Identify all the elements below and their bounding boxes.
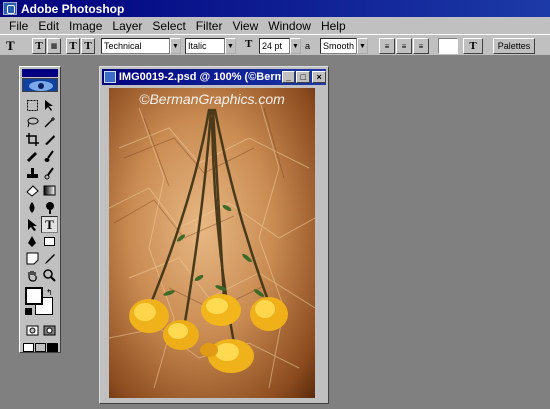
hand-tool-icon[interactable] xyxy=(24,267,41,284)
text-color-swatch[interactable] xyxy=(438,38,458,54)
type-tool-icon[interactable]: T xyxy=(41,216,58,233)
image-canvas[interactable]: ©BermanGraphics.com xyxy=(109,88,315,398)
slice-tool-icon[interactable] xyxy=(41,131,58,148)
menu-bar: File Edit Image Layer Select Filter View… xyxy=(0,17,550,34)
crop-tool-icon[interactable] xyxy=(24,131,41,148)
menu-file[interactable]: File xyxy=(4,19,33,33)
magic-wand-tool-icon[interactable] xyxy=(41,114,58,131)
menu-window[interactable]: Window xyxy=(263,19,316,33)
horizontal-type-icon[interactable]: T xyxy=(32,38,46,54)
antialias-icon: a xyxy=(305,41,311,51)
standard-mode-icon[interactable] xyxy=(24,322,41,339)
menu-image[interactable]: Image xyxy=(64,19,107,33)
swap-colors-icon[interactable]: ↰ xyxy=(46,288,53,297)
history-brush-tool-icon[interactable] xyxy=(41,165,58,182)
gradient-tool-icon[interactable] xyxy=(41,182,58,199)
color-swatches: ↰ xyxy=(25,287,55,317)
type-tool-icon[interactable]: T xyxy=(6,38,24,54)
screen-mode-standard-icon[interactable] xyxy=(22,339,34,356)
zoom-tool-icon[interactable] xyxy=(41,267,58,284)
antialias-select[interactable]: Smooth ▼ xyxy=(320,38,368,54)
chevron-down-icon[interactable]: ▼ xyxy=(357,38,368,54)
notes-tool-icon[interactable] xyxy=(24,250,41,267)
vertical-type-mask-icon[interactable]: T xyxy=(81,38,95,54)
photoshop-eye-icon[interactable] xyxy=(22,78,58,92)
roses-photo xyxy=(109,97,315,389)
menu-view[interactable]: View xyxy=(227,19,263,33)
options-bar: T T ▦ T T Technical ▼ Italic ▼ T 24 pt ▼… xyxy=(0,34,550,56)
font-size-select[interactable]: 24 pt ▼ xyxy=(259,38,301,54)
chevron-down-icon[interactable]: ▼ xyxy=(170,38,181,54)
document-icon xyxy=(104,71,116,83)
move-tool-icon[interactable] xyxy=(41,97,58,114)
app-title-bar[interactable]: Adobe Photoshop xyxy=(0,0,550,17)
document-title: IMG0019-2.psd @ 100% (©Berm... xyxy=(118,71,281,83)
pen-tool-icon[interactable] xyxy=(24,233,41,250)
screen-mode-menubar-icon[interactable] xyxy=(34,339,46,356)
eraser-tool-icon[interactable] xyxy=(24,182,41,199)
clone-stamp-tool-icon[interactable] xyxy=(24,165,41,182)
align-right-icon[interactable]: ≡ xyxy=(413,38,429,54)
photoshop-app-icon[interactable] xyxy=(3,2,17,15)
blur-tool-icon[interactable] xyxy=(24,199,41,216)
lasso-tool-icon[interactable] xyxy=(24,114,41,131)
maximize-button[interactable]: □ xyxy=(296,71,311,83)
quick-mask-mode-icon[interactable] xyxy=(41,322,58,339)
document-title-bar[interactable]: IMG0019-2.psd @ 100% (©Berm... _ □ × xyxy=(102,69,326,85)
close-button[interactable]: × xyxy=(312,71,326,83)
chevron-down-icon[interactable]: ▼ xyxy=(290,38,301,54)
font-style-value: Italic xyxy=(185,38,225,54)
minimize-button[interactable]: _ xyxy=(281,71,296,83)
chevron-down-icon[interactable]: ▼ xyxy=(225,38,236,54)
healing-brush-tool-icon[interactable] xyxy=(24,148,41,165)
rectangle-tool-icon[interactable] xyxy=(41,233,58,250)
app-title: Adobe Photoshop xyxy=(21,1,125,16)
font-family-value: Technical xyxy=(101,38,170,54)
eyedropper-tool-icon[interactable] xyxy=(41,250,58,267)
toolbox-title-bar[interactable] xyxy=(22,69,58,77)
foreground-color-swatch[interactable] xyxy=(25,287,43,305)
brush-tool-icon[interactable] xyxy=(41,148,58,165)
menu-help[interactable]: Help xyxy=(316,19,351,33)
font-size-value: 24 pt xyxy=(259,38,290,54)
vertical-type-icon[interactable]: T xyxy=(66,38,80,54)
warp-text-icon[interactable]: T xyxy=(463,38,483,54)
align-left-icon[interactable]: ≡ xyxy=(379,38,395,54)
marquee-tool-icon[interactable] xyxy=(24,97,41,114)
menu-layer[interactable]: Layer xyxy=(107,19,147,33)
align-center-icon[interactable]: ≡ xyxy=(396,38,412,54)
type-mask-icon[interactable]: ▦ xyxy=(47,38,61,54)
screen-mode-full-icon[interactable] xyxy=(46,339,58,356)
watermark-text: ©BermanGraphics.com xyxy=(139,91,285,107)
default-colors-icon[interactable] xyxy=(25,308,32,315)
toolbox: T ↰ xyxy=(19,66,61,353)
font-size-icon: T xyxy=(245,38,253,50)
document-window: IMG0019-2.psd @ 100% (©Berm... _ □ × ©Be… xyxy=(99,66,329,404)
menu-select[interactable]: Select xyxy=(147,19,190,33)
menu-filter[interactable]: Filter xyxy=(191,19,228,33)
dodge-tool-icon[interactable] xyxy=(41,199,58,216)
font-family-select[interactable]: Technical ▼ xyxy=(101,38,181,54)
antialias-value: Smooth xyxy=(320,38,357,54)
palettes-button[interactable]: Palettes xyxy=(493,38,535,54)
font-style-select[interactable]: Italic ▼ xyxy=(185,38,236,54)
menu-edit[interactable]: Edit xyxy=(33,19,64,33)
path-selection-tool-icon[interactable] xyxy=(24,216,41,233)
